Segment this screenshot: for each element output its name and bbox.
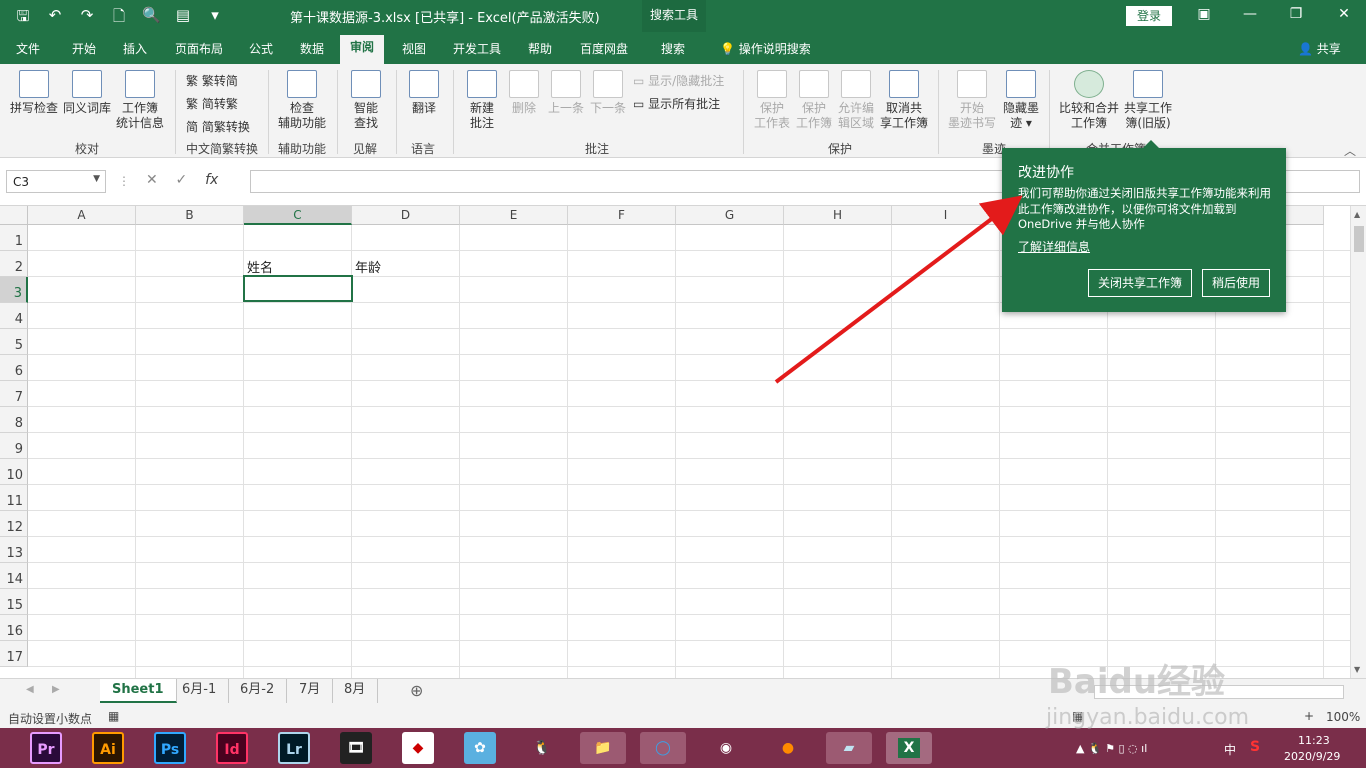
annotation-arrow (774, 195, 1023, 384)
red-arrow (774, 195, 1023, 384)
baidu-watermark-url: jingyan.baidu.com (1046, 705, 1250, 730)
baidu-watermark-logo: Baidu经验 (1048, 662, 1226, 702)
